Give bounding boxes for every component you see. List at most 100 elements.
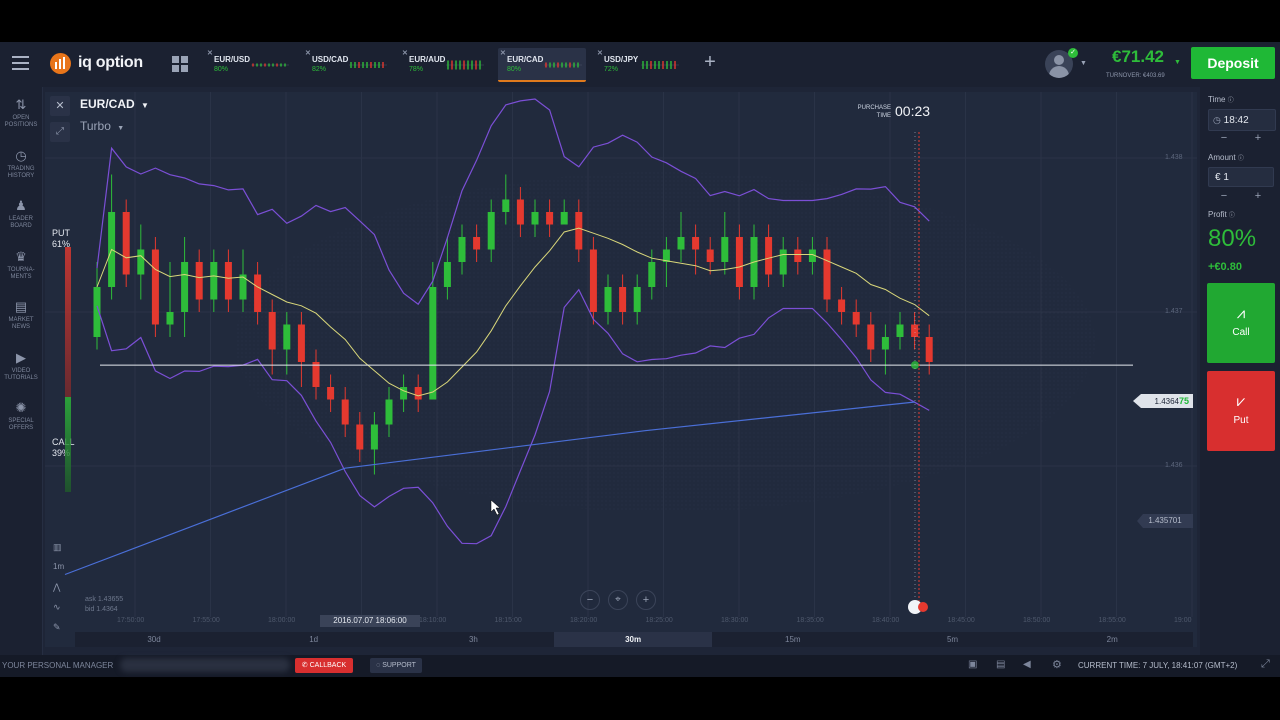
asset-tab-usd-jpy[interactable]: ✕ USD/JPY 72%	[595, 48, 683, 80]
mode-selector[interactable]: Turbo ▼	[80, 119, 124, 133]
expiry-time-field[interactable]: ◷ 18:42	[1208, 109, 1276, 131]
personal-manager[interactable]: YOUR PERSONAL MANAGER	[2, 661, 113, 670]
sparkline	[446, 60, 484, 70]
asset-tab-eur-aud[interactable]: ✕ EUR/AUD 78%	[400, 48, 488, 80]
balance-chevron-icon[interactable]: ▼	[1174, 59, 1181, 66]
nav-label-2: POSITIONS	[4, 122, 38, 128]
asset-selector[interactable]: EUR/CAD ▼	[80, 97, 149, 111]
close-tab-icon[interactable]: ✕	[597, 49, 603, 57]
close-chart-button[interactable]: ✕	[50, 96, 70, 116]
expand-icon[interactable]: ⤢	[50, 122, 70, 142]
support-button[interactable]: ◌ SUPPORT	[370, 658, 422, 673]
amount-input[interactable]: € 1	[1208, 167, 1274, 187]
asset-tab-eur-cad[interactable]: ✕ EUR/CAD 80%	[498, 48, 586, 82]
call-label: Call	[1232, 327, 1250, 338]
callback-button[interactable]: ✆ CALLBACK	[295, 658, 353, 673]
candle-body	[881, 337, 889, 350]
time-tick: 18:50:00	[1023, 617, 1051, 624]
nav-trading[interactable]: ◷ TRADING HISTORY	[0, 148, 42, 180]
nav-open[interactable]: ⇅ OPEN POSITIONS	[0, 97, 42, 129]
timeframe-1d[interactable]: 1d	[235, 632, 393, 647]
candle-body	[531, 212, 539, 225]
asset-tab-name: EUR/AUD	[409, 55, 446, 64]
amount-label-text: Amount	[1208, 153, 1236, 162]
bar-chart-icon[interactable]: ▥	[53, 542, 69, 562]
amount-minus-button[interactable]: −	[1212, 190, 1236, 202]
sparkline	[544, 62, 582, 68]
chart-area[interactable]: ✕ ⤢ EUR/CAD ▼ Turbo ▼ PURCHASE TIME 00:2…	[45, 92, 1197, 647]
timeframe-1m[interactable]: 1m	[53, 562, 69, 582]
purchase-label-1: PURCHASE	[857, 105, 891, 111]
nav-market[interactable]: ▤ MARKET NEWS	[0, 299, 42, 331]
call-sentiment: CALL 39%	[52, 437, 75, 459]
clock-icon: ◷	[1213, 115, 1221, 125]
time-minus-button[interactable]: −	[1212, 132, 1236, 144]
timeframe-30d[interactable]: 30d	[75, 632, 233, 647]
deposit-button[interactable]: Deposit	[1191, 47, 1275, 79]
nav-video[interactable]: ▶ VIDEO TUTORIALS	[0, 350, 42, 382]
add-asset-button[interactable]: +	[700, 52, 720, 72]
candle-body	[224, 262, 232, 300]
price-tick-1: 1.438	[1165, 154, 1183, 161]
candle-body	[181, 262, 189, 312]
call-button[interactable]: ⩘ Call	[1207, 283, 1275, 363]
info-icon: ⓘ	[1237, 156, 1244, 162]
asset-tab-eur-usd[interactable]: ✕ EUR/USD 80%	[205, 48, 293, 80]
volume-icon[interactable]: ◀	[1023, 659, 1031, 670]
asset-tab-percent: 78%	[409, 66, 424, 73]
current-price-digits: 75	[1178, 396, 1189, 406]
current-price-dot	[911, 361, 919, 370]
grid-view-icon[interactable]	[172, 56, 189, 73]
balance[interactable]: €71.42	[1112, 47, 1164, 67]
amount-plus-button[interactable]: +	[1246, 190, 1270, 202]
nav-label-1: TOURNA-	[7, 266, 35, 273]
asset-tab-percent: 82%	[312, 66, 327, 73]
time-plus-button[interactable]: +	[1246, 132, 1270, 144]
nav-label-1: MARKET	[8, 317, 34, 323]
candle-body	[341, 399, 349, 425]
asset-tab-usd-cad[interactable]: ✕ USD/CAD 82%	[303, 48, 391, 80]
bollinger-value: 1.435701	[1148, 516, 1182, 525]
document-icon[interactable]: ▤	[996, 659, 1005, 670]
candle-body	[385, 399, 393, 425]
close-tab-icon[interactable]: ✕	[207, 49, 213, 57]
candle-body	[546, 212, 554, 225]
timeframe-3h[interactable]: 3h	[394, 632, 552, 647]
nav-label-1: VIDEO	[11, 367, 31, 374]
candle-body	[838, 299, 846, 312]
fullscreen-icon[interactable]: ⤢	[1261, 658, 1270, 671]
timeframe-2m[interactable]: 2m	[1033, 632, 1191, 647]
close-tab-icon[interactable]: ✕	[402, 49, 408, 57]
timeframe-15m[interactable]: 15m	[714, 632, 872, 647]
settings-icon[interactable]: ⚙	[1052, 658, 1062, 671]
candle-body	[268, 312, 276, 350]
candle-body	[473, 237, 481, 250]
zoom-in-button[interactable]: +	[636, 590, 656, 610]
top-bar: iq option + ✓ ▼ €71.42 ▼ TURNOVER: €403.…	[0, 42, 1280, 87]
put-button[interactable]: ⩗ Put	[1207, 371, 1275, 451]
timeframe-5m[interactable]: 5m	[874, 632, 1032, 647]
center-icon[interactable]: ⌖	[608, 590, 628, 610]
info-icon: ⓘ	[1227, 98, 1234, 104]
nav-special[interactable]: ✺ SPECIAL OFFERS	[0, 400, 42, 432]
indicator-icon[interactable]: ⋀	[53, 582, 69, 602]
close-tab-icon[interactable]: ✕	[500, 49, 506, 57]
time-tick: 18:15:00	[494, 617, 522, 624]
nav-tourna[interactable]: ♛ TOURNA- MENTS	[0, 249, 42, 281]
screen-icon[interactable]: ▣	[968, 659, 977, 670]
nav-leader[interactable]: ♟ LEADER BOARD	[0, 198, 42, 230]
price-chart[interactable]	[45, 92, 1197, 647]
candle-body	[911, 324, 919, 337]
candle-body	[297, 324, 305, 362]
menu-icon[interactable]	[12, 56, 29, 70]
current-price-tag: 1.436475	[1133, 394, 1193, 408]
person-icon: ♟	[15, 198, 27, 213]
candle-body	[648, 262, 656, 287]
candle-body	[779, 249, 787, 275]
timeframe-30m[interactable]: 30m	[554, 632, 713, 647]
zoom-out-button[interactable]: −	[580, 590, 600, 610]
time-tick: 17:50:00	[117, 617, 145, 624]
candle-body	[721, 237, 729, 262]
chevron-down-icon[interactable]: ▼	[1080, 60, 1087, 67]
close-tab-icon[interactable]: ✕	[305, 49, 311, 57]
